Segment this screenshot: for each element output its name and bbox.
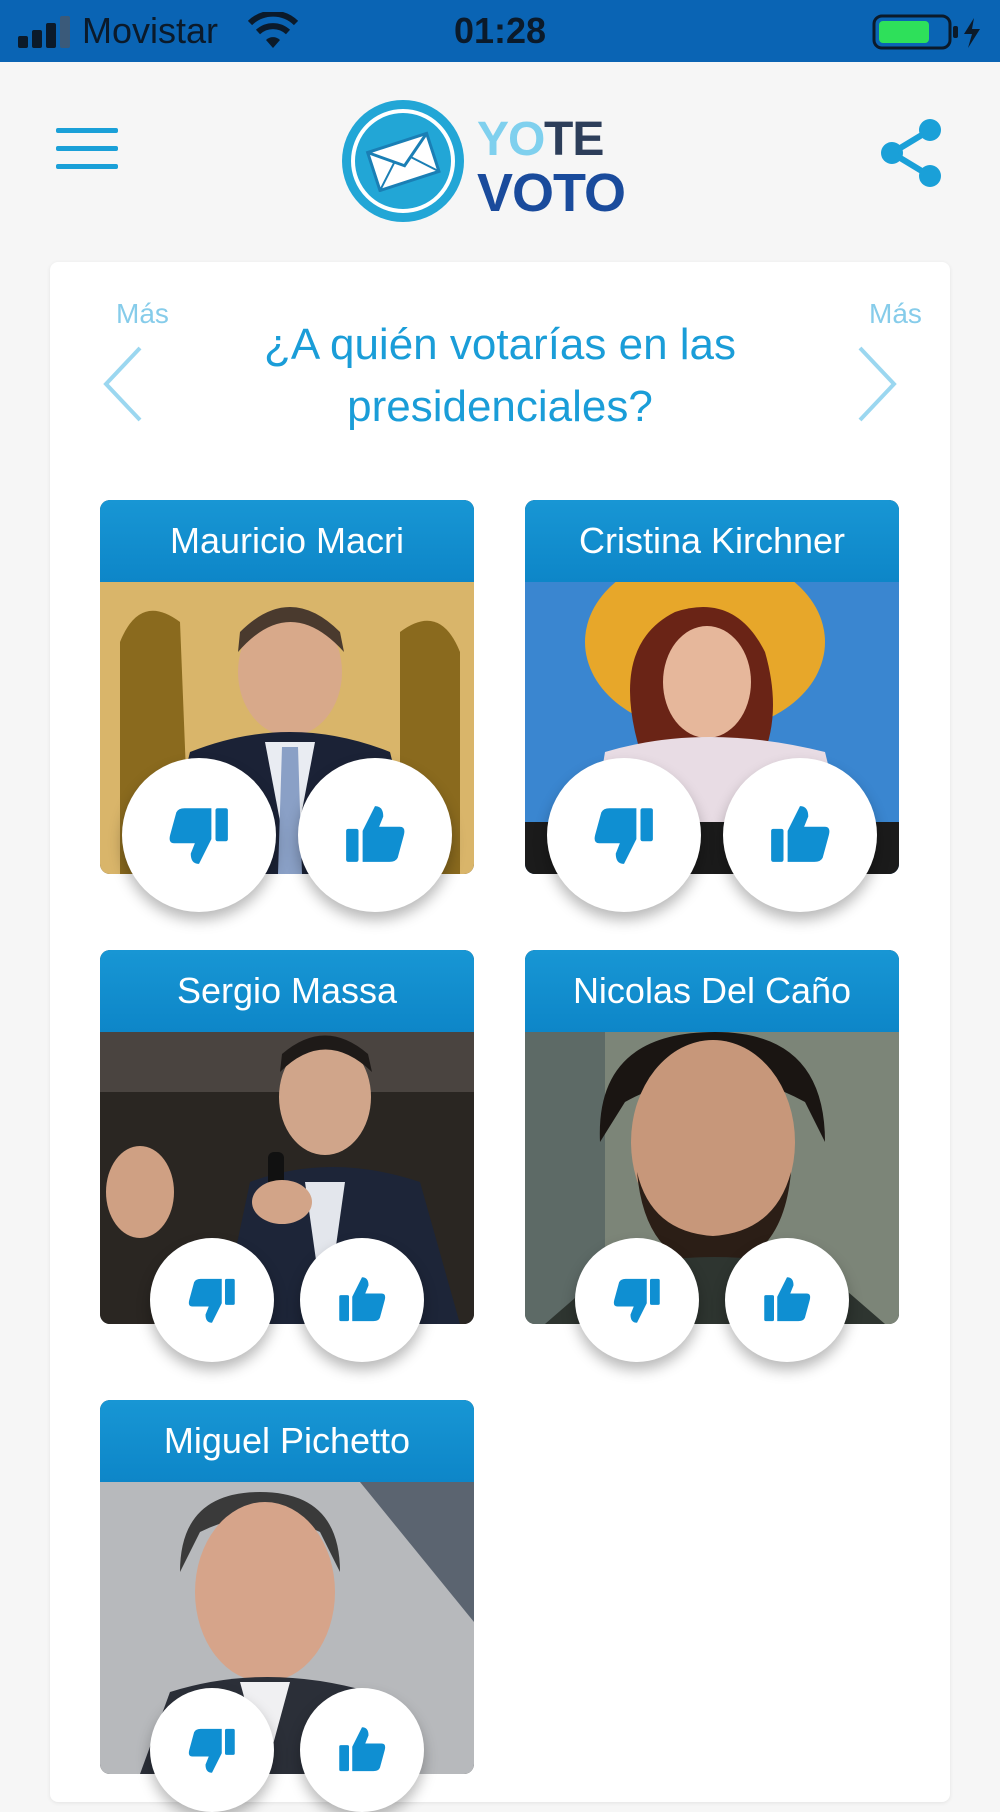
vote-up-button[interactable]: [300, 1238, 424, 1362]
logo-badge: [342, 100, 464, 222]
share-icon[interactable]: [880, 118, 944, 188]
candidate-card: Nicolas Del Caño: [525, 950, 899, 1362]
chevron-left-icon[interactable]: [100, 344, 144, 424]
thumbs-up-icon: [339, 1277, 386, 1322]
logo-word-voto: VOTO: [477, 163, 626, 223]
vote-up-button[interactable]: [723, 758, 877, 912]
candidate-card: Cristina Kirchner: [525, 500, 899, 912]
candidate-card: Miguel Pichetto: [100, 1400, 474, 1812]
vote-down-button[interactable]: [547, 758, 701, 912]
battery-charging-icon: [872, 14, 980, 50]
thumbs-down-icon: [188, 1278, 235, 1323]
logo-word-yo: YO: [477, 113, 545, 166]
thumbs-up-icon: [346, 806, 405, 862]
thumbs-down-icon: [169, 808, 228, 864]
chevron-right-icon[interactable]: [856, 344, 900, 424]
vote-up-button[interactable]: [300, 1688, 424, 1812]
status-bar: Movistar 01:28: [0, 0, 1000, 62]
vote-down-button[interactable]: [122, 758, 276, 912]
more-left-label[interactable]: Más: [116, 298, 169, 330]
thumbs-down-icon: [594, 808, 653, 864]
logo-word-te: TE: [544, 113, 604, 166]
vote-down-button[interactable]: [575, 1238, 699, 1362]
vote-up-button[interactable]: [298, 758, 452, 912]
thumbs-up-icon: [339, 1727, 386, 1772]
vote-up-button[interactable]: [725, 1238, 849, 1362]
app-logo: YO TE VOTO: [342, 100, 626, 230]
candidate-name: Sergio Massa: [100, 950, 474, 1032]
thumbs-down-icon: [613, 1278, 660, 1323]
vote-down-button[interactable]: [150, 1688, 274, 1812]
clock: 01:28: [453, 10, 547, 51]
app-header: YO TE VOTO: [0, 62, 1000, 262]
poll-card: Más Más ¿A quién votarías en las preside…: [50, 262, 950, 1812]
poll-question: ¿A quién votarías en las presidenciales?: [263, 320, 737, 431]
candidate-name: Mauricio Macri: [100, 500, 474, 582]
candidate-card: Sergio Massa: [100, 950, 474, 1362]
candidate-name: Nicolas Del Caño: [525, 950, 899, 1032]
candidate-name: Cristina Kirchner: [525, 500, 899, 582]
candidate-name: Miguel Pichetto: [100, 1400, 474, 1482]
thumbs-down-icon: [188, 1728, 235, 1773]
thumbs-up-icon: [764, 1277, 811, 1322]
vote-down-button[interactable]: [150, 1238, 274, 1362]
envelope-icon: [365, 131, 441, 192]
candidate-card: Mauricio Macri: [100, 500, 474, 912]
thumbs-up-icon: [771, 806, 830, 862]
more-right-label[interactable]: Más: [869, 298, 922, 330]
hamburger-menu-icon[interactable]: [56, 128, 118, 170]
